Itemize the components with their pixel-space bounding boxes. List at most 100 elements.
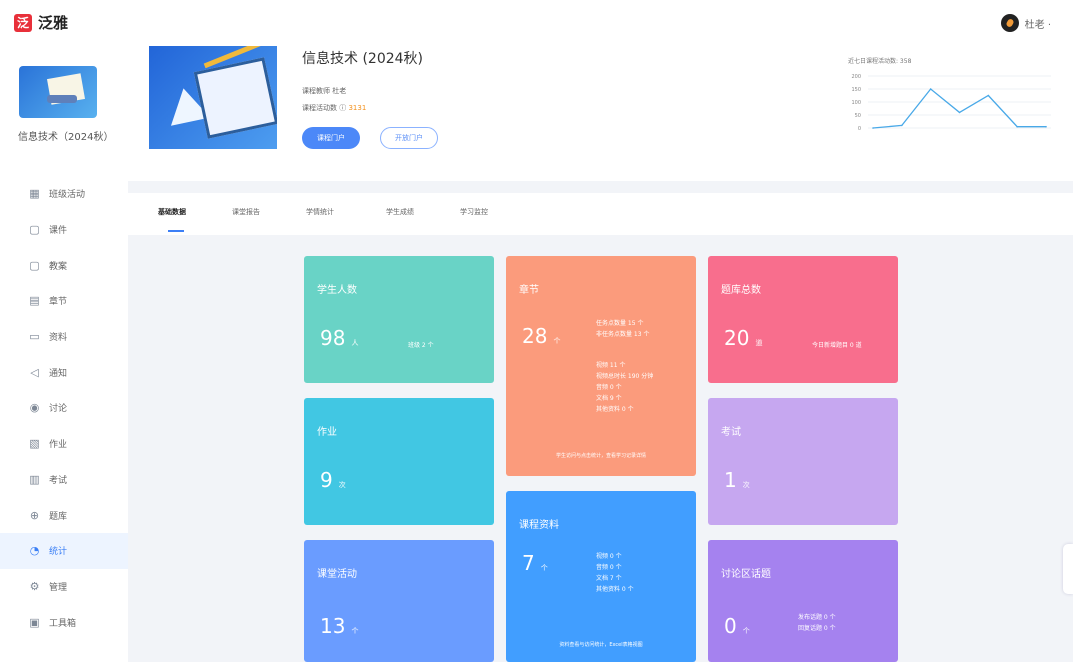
material-audio-count: 音频 0 个 (596, 564, 622, 571)
statistics-icon: ◔ (29, 544, 40, 558)
course-portal-button[interactable]: 课程门户 (302, 127, 360, 149)
exam-count: 1 (724, 468, 737, 492)
sidebar-item-lesson-plan[interactable]: ▢ 教案 (0, 247, 128, 283)
cover-badge (47, 95, 77, 103)
course-meta: 课程教师 杜老 课程活动数 ⓘ 3131 (302, 83, 366, 117)
material-video-count: 视频 0 个 (596, 553, 622, 560)
y-tick-label: 50 (855, 113, 861, 119)
card-chapters[interactable]: 章节 28 个 任务点数量 15 个 非任务点数量 13 个 视频 11 个 视频… (506, 256, 696, 476)
card-value: 0个 (724, 614, 750, 638)
floating-side-handle[interactable] (1063, 544, 1073, 594)
question-unit: 道 (755, 339, 763, 347)
activity-point (901, 124, 903, 127)
logo-mark-icon: 泛 (14, 13, 32, 32)
sidebar-item-label: 班级活动 (49, 190, 86, 201)
sidebar-item-management[interactable]: ⚙ 管理 (0, 569, 128, 605)
stats-tab-bar: 基础数据 课堂报告 学情统计 学生成绩 学习监控 (128, 193, 1073, 235)
activity-point (958, 111, 961, 114)
question-count: 20 (724, 326, 750, 350)
sidebar-item-toolbox[interactable]: ▣ 工具箱 (0, 604, 128, 640)
card-title: 课程资料 (519, 520, 559, 531)
posted-topics: 发布话题 0 个 (798, 614, 836, 621)
activity-label: 课程活动数 (302, 104, 337, 112)
tab-learning-monitor[interactable]: 学习监控 (460, 207, 488, 217)
activity-count: 13 (320, 614, 346, 638)
card-title: 课堂活动 (317, 569, 357, 580)
sidebar-item-label: 考试 (49, 475, 68, 486)
new-questions-today: 今日新增题目 0 道 (812, 342, 862, 349)
card-exam[interactable]: 考试 1次 (708, 398, 898, 525)
card-title: 题库总数 (721, 285, 761, 296)
material-note: 资料查看与访问统计，Excel表格视图 (559, 642, 643, 648)
y-tick-label: 150 (851, 87, 861, 93)
card-class-activities[interactable]: 课堂活动 13 个 (304, 540, 494, 662)
card-discussion-topics[interactable]: 讨论区话题 0个 发布话题 0 个 回复话题 0 个 (708, 540, 898, 662)
user-menu[interactable]: 杜老 · (1000, 14, 1051, 32)
activity-mini-chart: 近七日课程活动数: 358 200 150 100 50 0 (841, 56, 1059, 151)
tab-basic-data[interactable]: 基础数据 (158, 207, 186, 232)
sidebar-item-courseware[interactable]: ▢ 课件 (0, 212, 128, 248)
sidebar-item-discussion[interactable]: ◉ 讨论 (0, 390, 128, 426)
card-value: 28 个 (522, 324, 560, 348)
card-students[interactable]: 学生人数 98 人 班级 2 个 (304, 256, 494, 383)
tab-learning-stats[interactable]: 学情统计 (306, 207, 334, 217)
sidebar-item-exam[interactable]: ▥ 考试 (0, 462, 128, 498)
card-title: 作业 (317, 427, 337, 438)
sidebar-item-label: 讨论 (49, 404, 68, 415)
activity-point (1045, 125, 1047, 128)
top-bar: 泛 泛雅 杜老 · (0, 0, 1073, 46)
app-logo[interactable]: 泛 泛雅 (14, 12, 68, 33)
activity-point (872, 127, 874, 129)
sidebar-course-cover[interactable] (19, 66, 97, 118)
folder-icon: ▭ (29, 330, 40, 344)
chapter-media-stats: 视频 11 个 视频总时长 190 分钟 音频 0 个 文档 9 个 其他资料 … (596, 360, 653, 415)
sidebar-item-statistics[interactable]: ◔ 统计 (0, 532, 128, 569)
activity-value: 3131 (348, 104, 367, 112)
activity-point (987, 94, 990, 97)
sidebar-item-question-bank[interactable]: ⊕ 题库 (0, 497, 128, 533)
task-point-count: 任务点数量 15 个 (596, 320, 644, 327)
sidebar-menu: ▦ 班级活动 ▢ 课件 ▢ 教案 ▤ 章节 ▭ 资料 ◁ 通知 ◉ 讨论 ▧ 作业 ▥ 考试 ⊕ 题… (0, 176, 128, 640)
avatar[interactable] (1000, 14, 1019, 32)
exam-unit: 次 (742, 481, 750, 489)
chapter-task-stats: 任务点数量 15 个 非任务点数量 13 个 (596, 318, 649, 340)
open-portal-button[interactable]: 开放门户 (380, 127, 438, 149)
mini-chart-svg: 200 150 100 50 0 (851, 74, 1051, 132)
students-count: 98 (320, 326, 346, 350)
sidebar-item-notices[interactable]: ◁ 通知 (0, 354, 128, 390)
y-tick-label: 0 (858, 126, 861, 132)
chapter-unit: 个 (553, 337, 561, 345)
video-duration: 视频总时长 190 分钟 (596, 373, 654, 380)
card-title: 学生人数 (317, 285, 357, 296)
sidebar-item-materials[interactable]: ▭ 资料 (0, 319, 128, 355)
document-icon: ▢ (29, 223, 40, 237)
sidebar-item-class-activity[interactable]: ▦ 班级活动 (0, 176, 128, 212)
students-unit: 人 (351, 339, 359, 347)
file-icon: ▢ (29, 258, 40, 272)
sidebar-item-chapters[interactable]: ▤ 章节 (0, 283, 128, 319)
card-question-bank[interactable]: 题库总数 20 道 今日新增题目 0 道 (708, 256, 898, 383)
card-value: 1次 (724, 468, 750, 492)
grid-icon: ▦ (29, 187, 40, 201)
material-unit: 个 (540, 564, 548, 572)
chapter-note: 学生访问与点击统计，查看学习记录详情 (555, 453, 646, 459)
course-teacher-row: 课程教师 杜老 (302, 83, 366, 100)
cover-book-shape (193, 57, 277, 139)
y-tick-label: 100 (851, 100, 861, 106)
activity-series-line (872, 88, 1046, 129)
card-homework[interactable]: 作业 9次 (304, 398, 494, 525)
sidebar-item-label: 题库 (49, 511, 68, 522)
course-header: 信息技术 (2024秋) 课程教师 杜老 课程活动数 ⓘ 3131 课程门户 开… (128, 46, 1073, 181)
card-value: 20 道 (724, 326, 762, 350)
sidebar-item-label: 统计 (49, 547, 68, 558)
video-count: 视频 11 个 (596, 362, 626, 369)
sidebar-item-homework[interactable]: ▧ 作业 (0, 426, 128, 462)
topic-unit: 个 (742, 627, 750, 635)
card-course-materials[interactable]: 课程资料 7个 视频 0 个 音频 0 个 文档 7 个 其他资料 0 个 资料… (506, 491, 696, 662)
chart-caption: 近七日课程活动数: 358 (848, 58, 912, 65)
tab-class-report[interactable]: 课堂报告 (232, 207, 260, 217)
user-name[interactable]: 杜老 · (1025, 16, 1051, 31)
teacher-label: 课程教师 (302, 87, 330, 95)
tab-student-grades[interactable]: 学生成绩 (386, 207, 414, 217)
card-title: 考试 (721, 427, 741, 438)
